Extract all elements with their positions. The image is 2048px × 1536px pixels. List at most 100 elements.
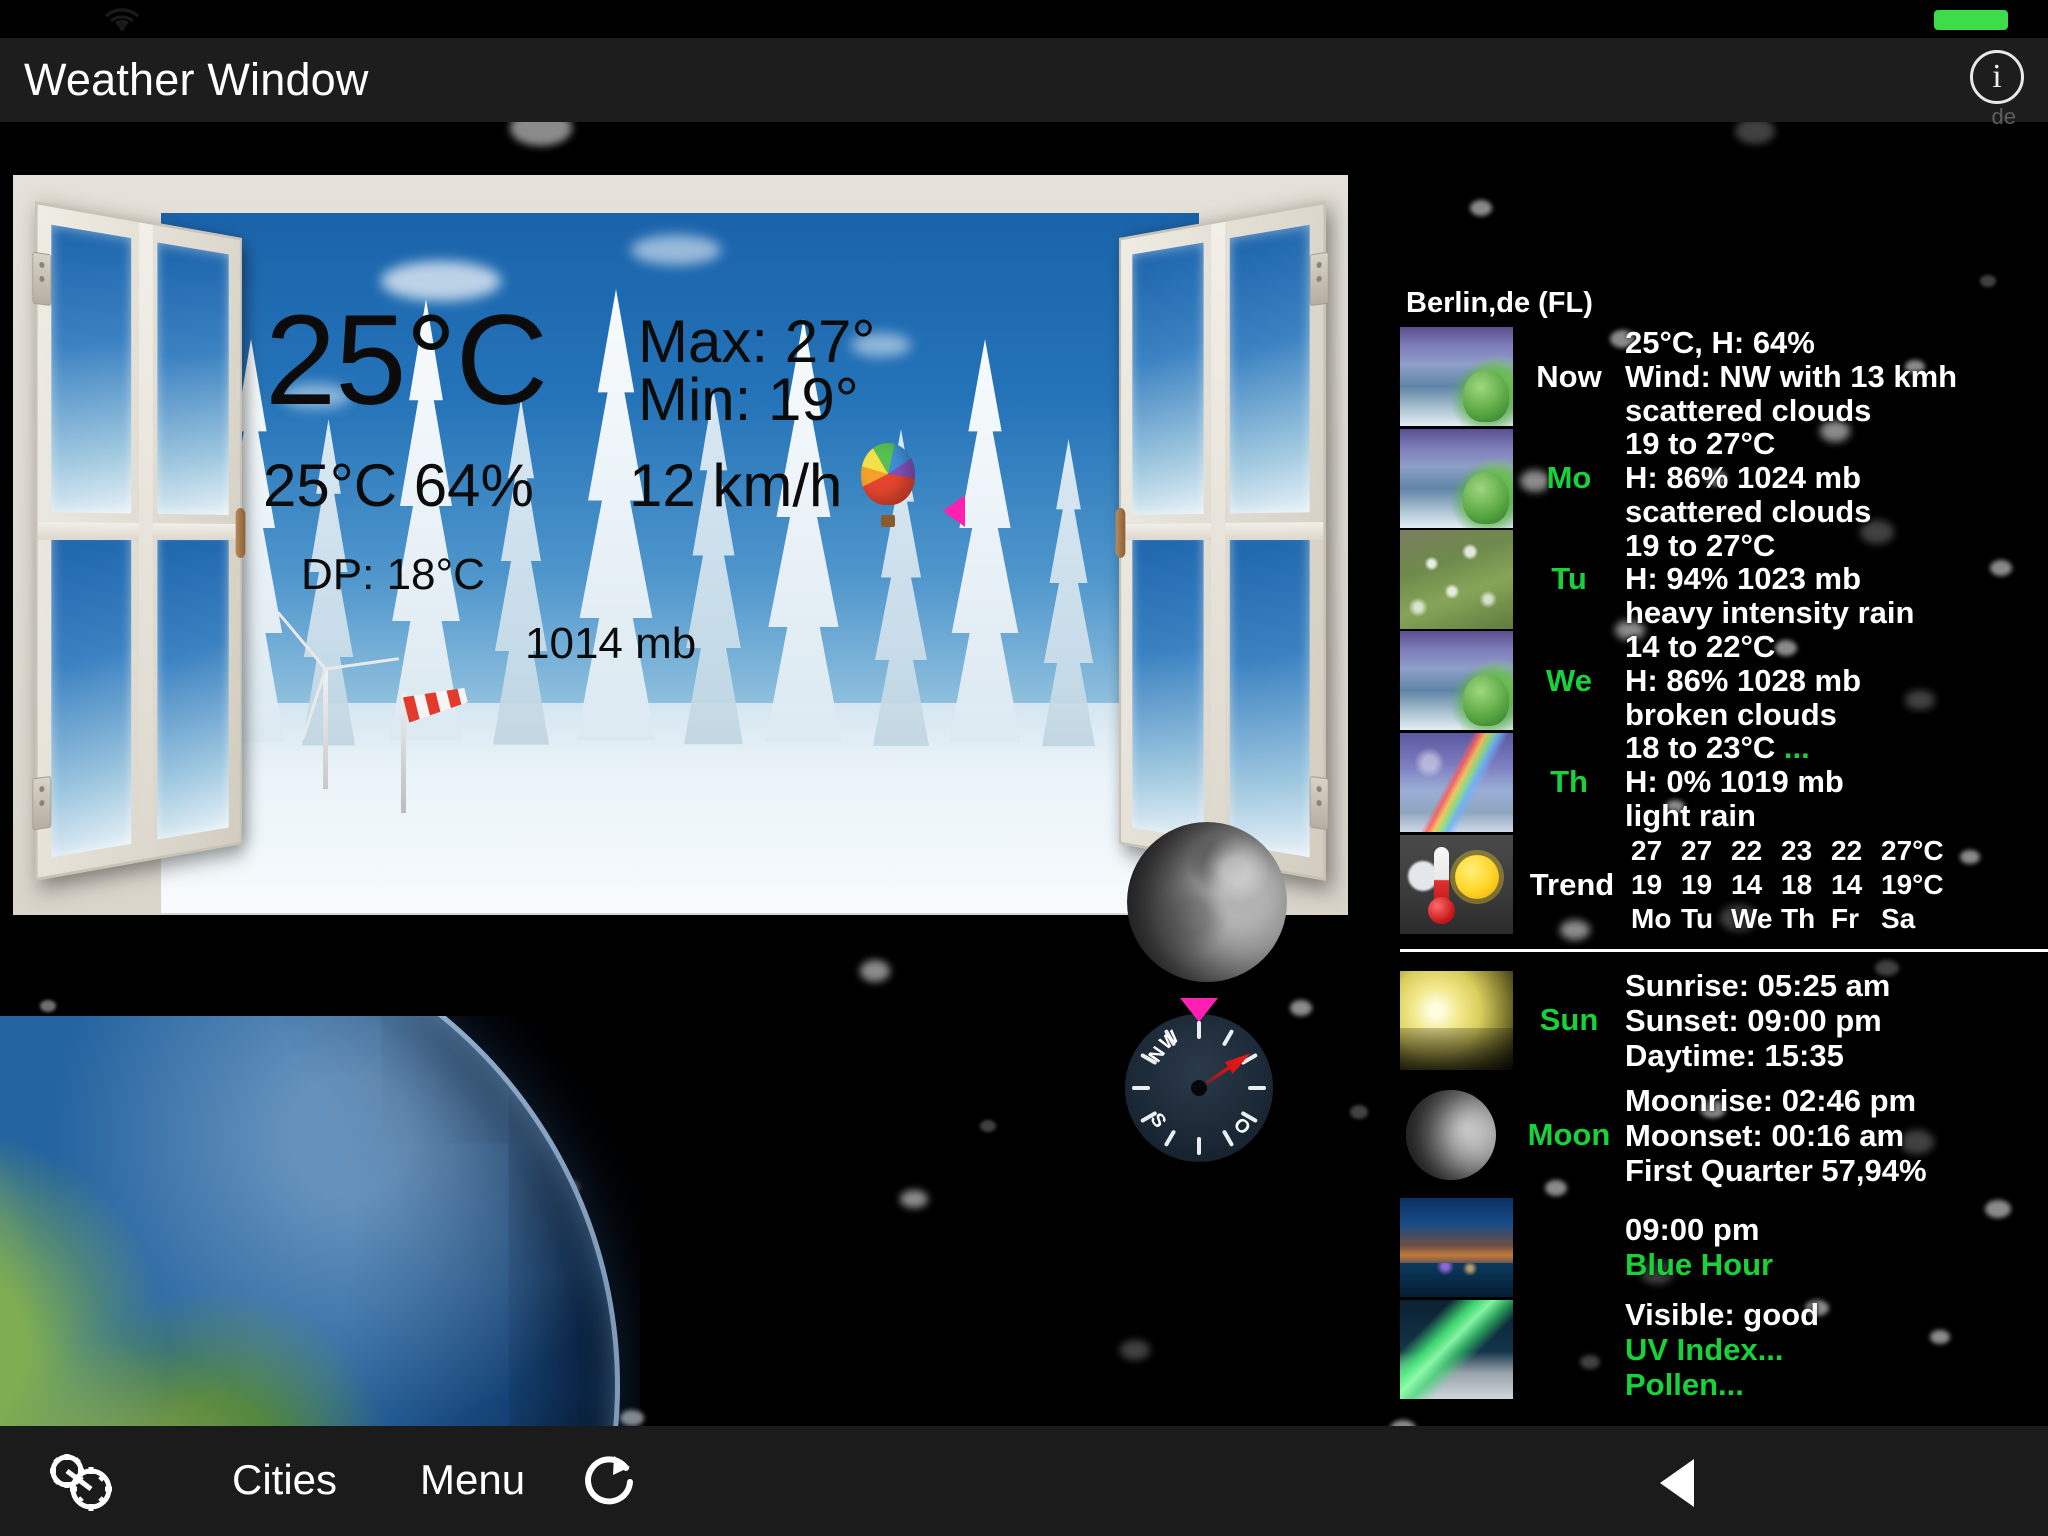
- moonset-time: Moonset: 00:16 am: [1625, 1117, 1905, 1153]
- dew-point: DP: 18°C: [301, 550, 485, 599]
- trend-low: 14: [1731, 868, 1763, 900]
- trend-label: Trend: [1529, 866, 1615, 902]
- forecast-row[interactable]: We 14 to 22°C H: 86% 1028 mb broken clou…: [1400, 630, 2048, 731]
- trend-high: 27°C: [1881, 834, 1944, 866]
- cloud-tree-thumb-icon: [1400, 631, 1513, 731]
- moonrise-time: Moonrise: 02:46 pm: [1625, 1082, 1917, 1118]
- forecast-line-1: 18 to 23°C ...: [1625, 731, 1844, 765]
- forecast-detail: 19 to 27°C H: 94% 1023 mb heavy intensit…: [1625, 528, 1915, 631]
- back-triangle-icon[interactable]: [1660, 1459, 1694, 1507]
- weather-window-image[interactable]: 25°C Max: 27° Min: 19° 25°C 64% 12 km/h …: [13, 175, 1348, 915]
- forecast-row[interactable]: Tu 19 to 27°C H: 94% 1023 mb heavy inten…: [1400, 528, 2048, 631]
- forecast-line-1: 14 to 22°C: [1625, 629, 1776, 665]
- window-sash-left: [32, 201, 246, 881]
- cities-button[interactable]: Cities: [232, 1456, 337, 1504]
- compass-north-marker: [1180, 998, 1218, 1022]
- forecast-line-2: H: 86% 1028 mb: [1625, 662, 1862, 698]
- info-glyph: i: [1992, 58, 2002, 95]
- sunrise-time: Sunrise: 05:25 am: [1625, 967, 1891, 1003]
- trend-day: Mo: [1631, 902, 1672, 934]
- forecast-line-1: 25°C, H: 64%: [1625, 325, 1815, 360]
- sun-detail: Sunrise: 05:25 am Sunset: 09:00 pm Dayti…: [1625, 968, 1890, 1073]
- daytime-duration: Daytime: 15:35: [1625, 1037, 1844, 1073]
- status-bar: [0, 0, 2048, 38]
- current-temperature: 25°C: [265, 289, 548, 432]
- forecast-more-ellipsis[interactable]: ...: [1784, 730, 1810, 765]
- trend-day: Fr: [1831, 902, 1859, 934]
- refresh-icon[interactable]: [580, 1450, 642, 1512]
- forecast-line-3: scattered clouds: [1625, 493, 1872, 529]
- moon-row[interactable]: Moon Moonrise: 02:46 pm Moonset: 00:16 a…: [1400, 1083, 2048, 1188]
- visibility-value: Visible: good: [1625, 1296, 1820, 1332]
- trend-table: 27 27 22 23 22 27°C 19 19 14 18 14 19°C: [1631, 835, 1944, 935]
- blue-hour-label[interactable]: Blue Hour: [1625, 1247, 1773, 1282]
- trend-low: 19°C: [1881, 868, 1944, 900]
- trend-day: Sa: [1881, 902, 1916, 934]
- trend-highs-row: 27 27 22 23 22 27°C: [1631, 835, 1944, 867]
- trend-day: Th: [1781, 902, 1816, 934]
- language-label: de: [1991, 104, 2016, 129]
- page-title: Weather Window: [24, 54, 369, 105]
- trend-low: 14: [1831, 868, 1863, 900]
- trend-day: Tu: [1681, 902, 1714, 934]
- hot-air-balloon-icon: [861, 443, 915, 529]
- min-temperature: Min: 19°: [638, 366, 859, 433]
- conditions-detail: Visible: good UV Index... Pollen...: [1625, 1297, 1819, 1402]
- city-name[interactable]: Berlin,de (FL): [1406, 287, 2048, 320]
- forecast-row[interactable]: Mo 19 to 27°C H: 86% 1024 mb scattered c…: [1400, 427, 2048, 528]
- forecast-panel: Berlin,de (FL) Now 25°C, H: 64% Wind: NW…: [1400, 287, 2048, 1402]
- uv-index-link[interactable]: UV Index...: [1625, 1332, 1819, 1367]
- windsock-icon: [401, 693, 471, 823]
- sun-row[interactable]: Sun Sunrise: 05:25 am Sunset: 09:00 pm D…: [1400, 968, 2048, 1073]
- wind-speed: 12 km/h: [629, 452, 843, 519]
- moon-detail: Moonrise: 02:46 pm Moonset: 00:16 am Fir…: [1625, 1083, 1927, 1188]
- gears-icon[interactable]: [42, 1448, 120, 1514]
- sunrise-thumb-icon: [1400, 970, 1513, 1070]
- trend-day: We: [1731, 902, 1773, 934]
- aurora-thumb-icon: [1400, 1299, 1513, 1399]
- forecast-day: Mo: [1546, 460, 1592, 496]
- trend-lows-row: 19 19 14 18 14 19°C: [1631, 869, 1944, 901]
- wind-compass-widget[interactable]: N O S W: [1125, 998, 1273, 1162]
- bottom-toolbar: Cities Menu: [0, 1426, 2048, 1536]
- forecast-line-1: 19 to 27°C: [1625, 426, 1776, 462]
- trend-high: 27: [1631, 834, 1663, 866]
- moon-thumb-icon: [1400, 1085, 1513, 1185]
- forecast-day: Tu: [1551, 561, 1587, 597]
- wind-direction-marker: [943, 495, 965, 527]
- forecast-detail: 19 to 27°C H: 86% 1024 mb scattered clou…: [1625, 427, 1871, 528]
- main-stage: 25°C Max: 27° Min: 19° 25°C 64% 12 km/h …: [0, 122, 2048, 1426]
- trend-low: 19: [1681, 868, 1713, 900]
- blue-hour-row[interactable]: 09:00 pm Blue Hour: [1400, 1197, 2048, 1297]
- window-sash-right: [1115, 201, 1329, 881]
- forecast-row[interactable]: Th 18 to 23°C ... H: 0% 1019 mb light ra…: [1400, 731, 2048, 832]
- trend-high: 23: [1781, 834, 1813, 866]
- blue-hour-time: 09:00 pm: [1625, 1212, 1760, 1248]
- battery-full-icon: [1934, 10, 2008, 30]
- pressure: 1014 mb: [525, 619, 697, 668]
- menu-button[interactable]: Menu: [420, 1456, 525, 1504]
- blue-hour-thumb-icon: [1400, 1197, 1513, 1297]
- forecast-line-3: heavy intensity rain: [1625, 595, 1915, 631]
- rain-leaf-thumb-icon: [1400, 529, 1513, 629]
- app-root: Weather Window i de 25°C Max: 27° Min: 1…: [0, 0, 2048, 1536]
- conditions-row[interactable]: Visible: good UV Index... Pollen...: [1400, 1297, 2048, 1402]
- blue-hour-detail: 09:00 pm Blue Hour: [1625, 1212, 1773, 1282]
- trend-low: 19: [1631, 868, 1663, 900]
- forecast-day: We: [1546, 662, 1592, 698]
- wind-turbine-icon: [276, 611, 399, 803]
- forecast-line-2: H: 86% 1024 mb: [1625, 460, 1862, 496]
- forecast-day: Now: [1536, 358, 1602, 394]
- trend-days-row: Mo Tu We Th Fr Sa: [1631, 903, 1944, 935]
- forecast-row[interactable]: Now 25°C, H: 64% Wind: NW with 13 kmh sc…: [1400, 326, 2048, 427]
- forecast-day: Th: [1550, 764, 1588, 800]
- trend-row[interactable]: Trend 27 27 22 23 22 27°C 19 19 14 18 14…: [1400, 835, 2048, 935]
- trend-high: 27: [1681, 834, 1713, 866]
- sunset-time: Sunset: 09:00 pm: [1625, 1002, 1882, 1038]
- moon-phase-widget[interactable]: [1127, 822, 1287, 982]
- info-icon[interactable]: i: [1970, 50, 2024, 104]
- panel-divider: [1400, 948, 2048, 952]
- pollen-link[interactable]: Pollen...: [1625, 1367, 1819, 1402]
- wifi-icon: [104, 8, 140, 32]
- forecast-line-2: Wind: NW with 13 kmh: [1625, 358, 1958, 394]
